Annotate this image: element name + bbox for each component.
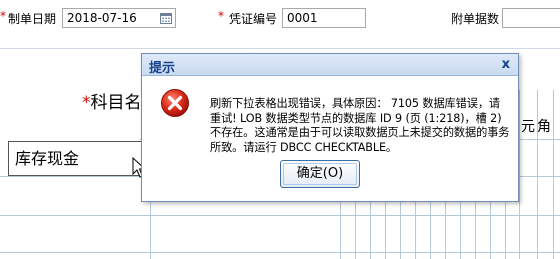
ok-button[interactable]: 确定(O) bbox=[280, 160, 360, 188]
subject-value: 库存现金 bbox=[15, 149, 80, 168]
subject-required-mark: * bbox=[82, 93, 91, 113]
date-required-mark: * bbox=[0, 9, 6, 23]
ok-button-focus-ring bbox=[283, 163, 357, 185]
dialog-title: 提示 bbox=[149, 61, 176, 76]
voucher-required-mark: * bbox=[218, 9, 224, 23]
error-icon bbox=[161, 89, 189, 117]
date-value: 2018-07-16 bbox=[67, 11, 137, 25]
calendar-icon[interactable] bbox=[160, 12, 172, 24]
grid-row-line bbox=[0, 215, 560, 216]
attach-count-field[interactable] bbox=[502, 8, 560, 28]
voucher-label: 凭证编号 bbox=[229, 12, 278, 26]
subject-cell[interactable]: 库存现金 bbox=[8, 141, 142, 176]
grid-col-line bbox=[553, 90, 554, 259]
grid-col-line bbox=[519, 90, 520, 259]
attach-label: 附单据数 bbox=[451, 12, 500, 26]
unit-yuan-label: 元 bbox=[521, 119, 535, 135]
voucher-value: 0001 bbox=[287, 11, 318, 25]
date-label: 制单日期 bbox=[8, 12, 57, 26]
error-dialog: 提示 x 刷新下拉表格出现错误，具体原因： 7105 数据库错误，请重试! LO… bbox=[141, 53, 519, 202]
grid-top-border bbox=[0, 48, 560, 49]
unit-jiao-label: 角 bbox=[537, 119, 551, 135]
grid-row-line bbox=[0, 252, 560, 253]
close-icon[interactable]: x bbox=[502, 57, 510, 72]
date-field[interactable]: 2018-07-16 bbox=[62, 8, 176, 28]
error-message: 刷新下拉表格出现错误，具体原因： 7105 数据库错误，请重试! LOB 数据类… bbox=[210, 97, 510, 154]
dialog-titlebar[interactable]: 提示 x bbox=[142, 54, 518, 76]
voucher-number-field[interactable]: 0001 bbox=[282, 8, 366, 28]
